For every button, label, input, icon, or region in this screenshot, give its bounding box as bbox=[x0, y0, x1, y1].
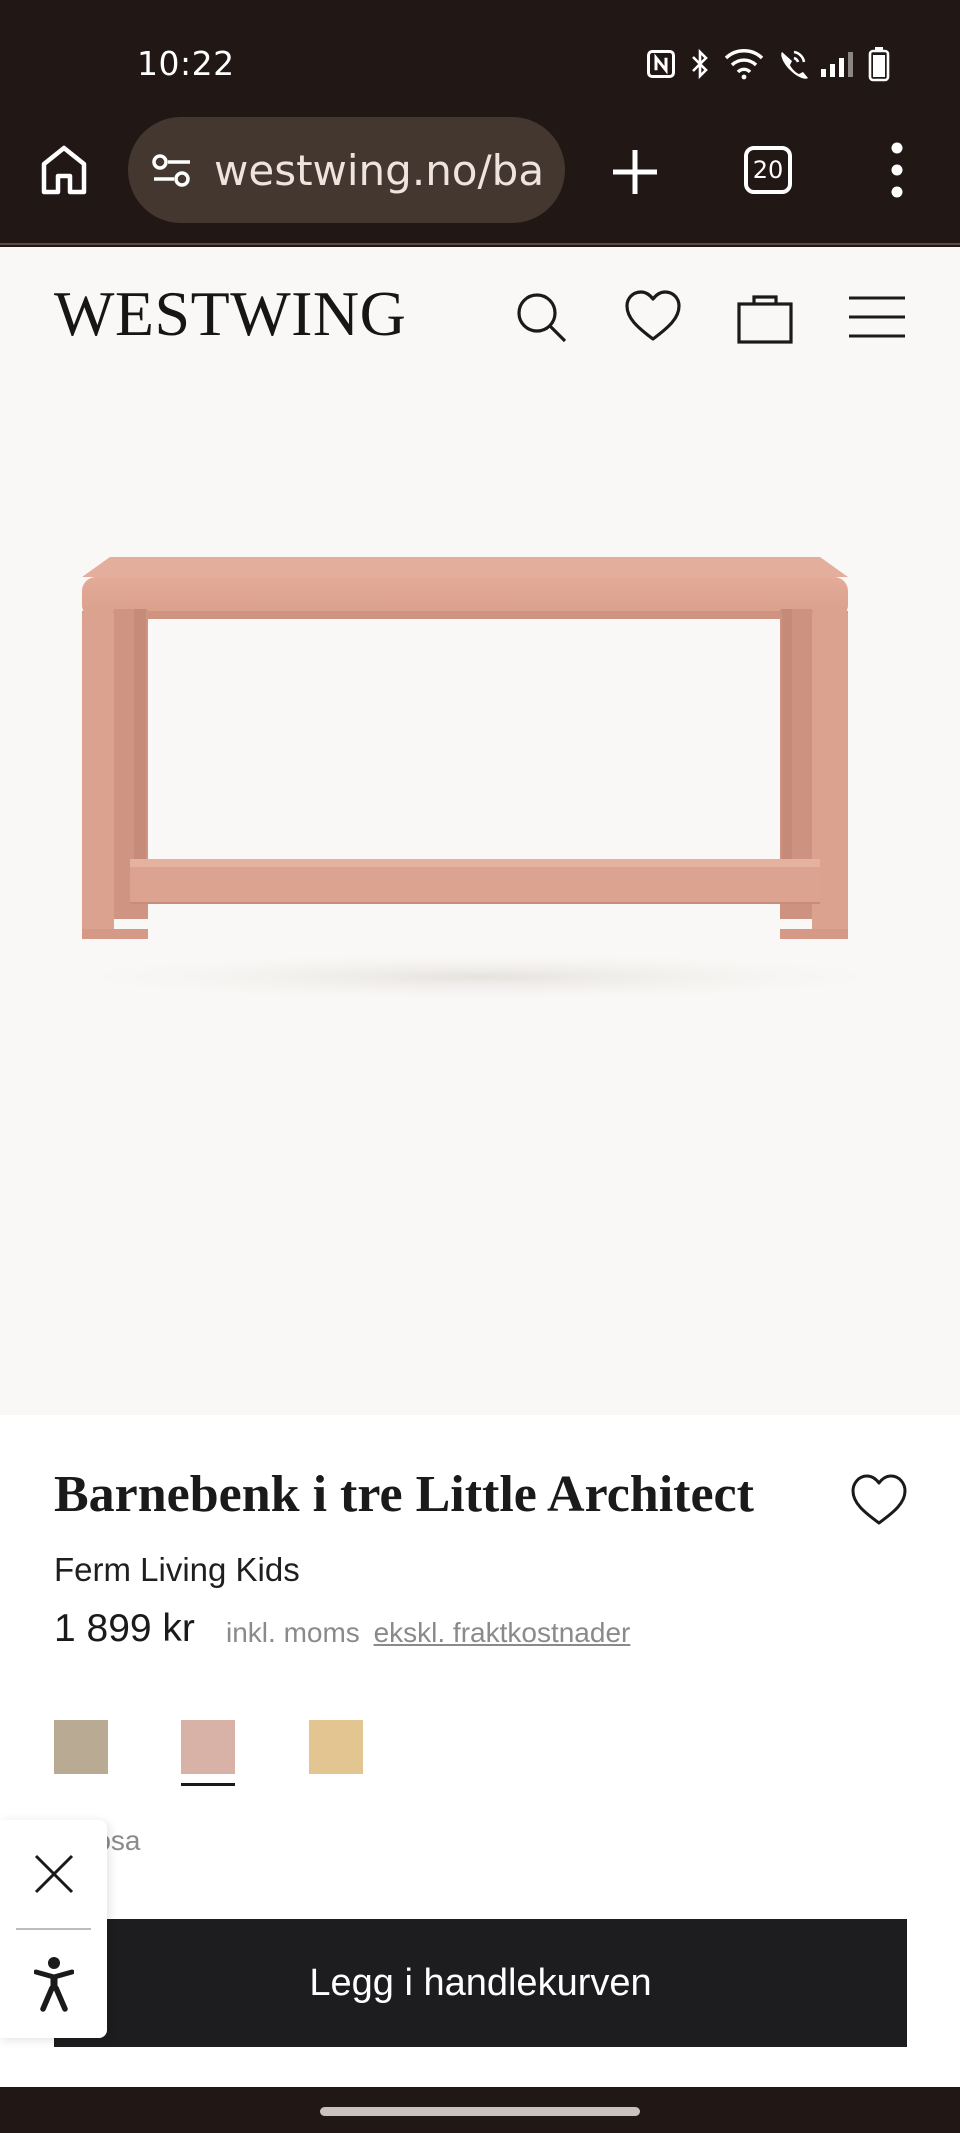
product-image[interactable] bbox=[0, 377, 960, 1415]
shipping-costs-link[interactable]: ekskl. fraktkostnader bbox=[374, 1617, 631, 1648]
close-icon bbox=[34, 1854, 73, 1894]
more-vert-icon[interactable] bbox=[877, 138, 917, 202]
add-to-cart-button[interactable]: Legg i handlekurven bbox=[54, 1919, 907, 2047]
wifi-icon bbox=[724, 49, 764, 80]
site-settings-icon[interactable] bbox=[148, 146, 196, 194]
close-button[interactable] bbox=[0, 1820, 107, 1928]
status-icons bbox=[646, 46, 890, 82]
home-icon bbox=[41, 145, 87, 195]
swatch-rose[interactable] bbox=[181, 1720, 235, 1774]
selected-swatch-indicator bbox=[181, 1783, 235, 1786]
tabs-icon[interactable]: 20 bbox=[744, 146, 792, 194]
status-time: 10:22 bbox=[137, 44, 235, 83]
home-button[interactable] bbox=[36, 140, 92, 200]
search-icon[interactable] bbox=[511, 287, 571, 347]
product-brand[interactable]: Ferm Living Kids bbox=[54, 1551, 300, 1589]
address-bar[interactable]: westwing.no/barr bbox=[128, 117, 565, 223]
accessibility-icon bbox=[33, 1957, 74, 2012]
signal-icon bbox=[821, 52, 853, 77]
bluetooth-icon bbox=[692, 48, 708, 80]
status-bar: 10:22 bbox=[0, 0, 960, 128]
battery-icon bbox=[868, 47, 890, 82]
product-price: 1 899 kr bbox=[54, 1607, 195, 1650]
westwing-logo[interactable]: WESTWING bbox=[54, 277, 406, 351]
tab-count: 20 bbox=[752, 156, 784, 184]
site-header: WESTWING bbox=[0, 247, 960, 377]
url-text: westwing.no/barr bbox=[214, 145, 544, 195]
gesture-handle[interactable] bbox=[320, 2107, 640, 2116]
bench-illustration bbox=[20, 557, 940, 1003]
accessibility-widget bbox=[0, 1820, 107, 2038]
bag-icon[interactable] bbox=[735, 287, 795, 347]
heart-icon[interactable] bbox=[623, 287, 683, 347]
hamburger-menu-icon[interactable] bbox=[847, 287, 907, 347]
price-note: inkl. moms ekskl. fraktkostnader bbox=[226, 1617, 630, 1649]
product-title: Barnebenk i tre Little Architect bbox=[54, 1466, 754, 1523]
swatch-yellow[interactable] bbox=[309, 1720, 363, 1774]
system-nav-bar bbox=[0, 2087, 960, 2133]
wishlist-heart-icon[interactable] bbox=[850, 1473, 908, 1527]
wifi-calling-icon bbox=[781, 50, 808, 79]
swatch-grey[interactable] bbox=[54, 1720, 108, 1774]
vat-note: inkl. moms bbox=[226, 1617, 360, 1648]
plus-icon[interactable] bbox=[607, 144, 663, 200]
accessibility-button[interactable] bbox=[0, 1930, 107, 2038]
browser-toolbar: westwing.no/barr 20 bbox=[0, 110, 960, 245]
web-page: WESTWING Barnebenk i tre Little Architec… bbox=[0, 247, 960, 2087]
nfc-icon bbox=[647, 50, 675, 78]
